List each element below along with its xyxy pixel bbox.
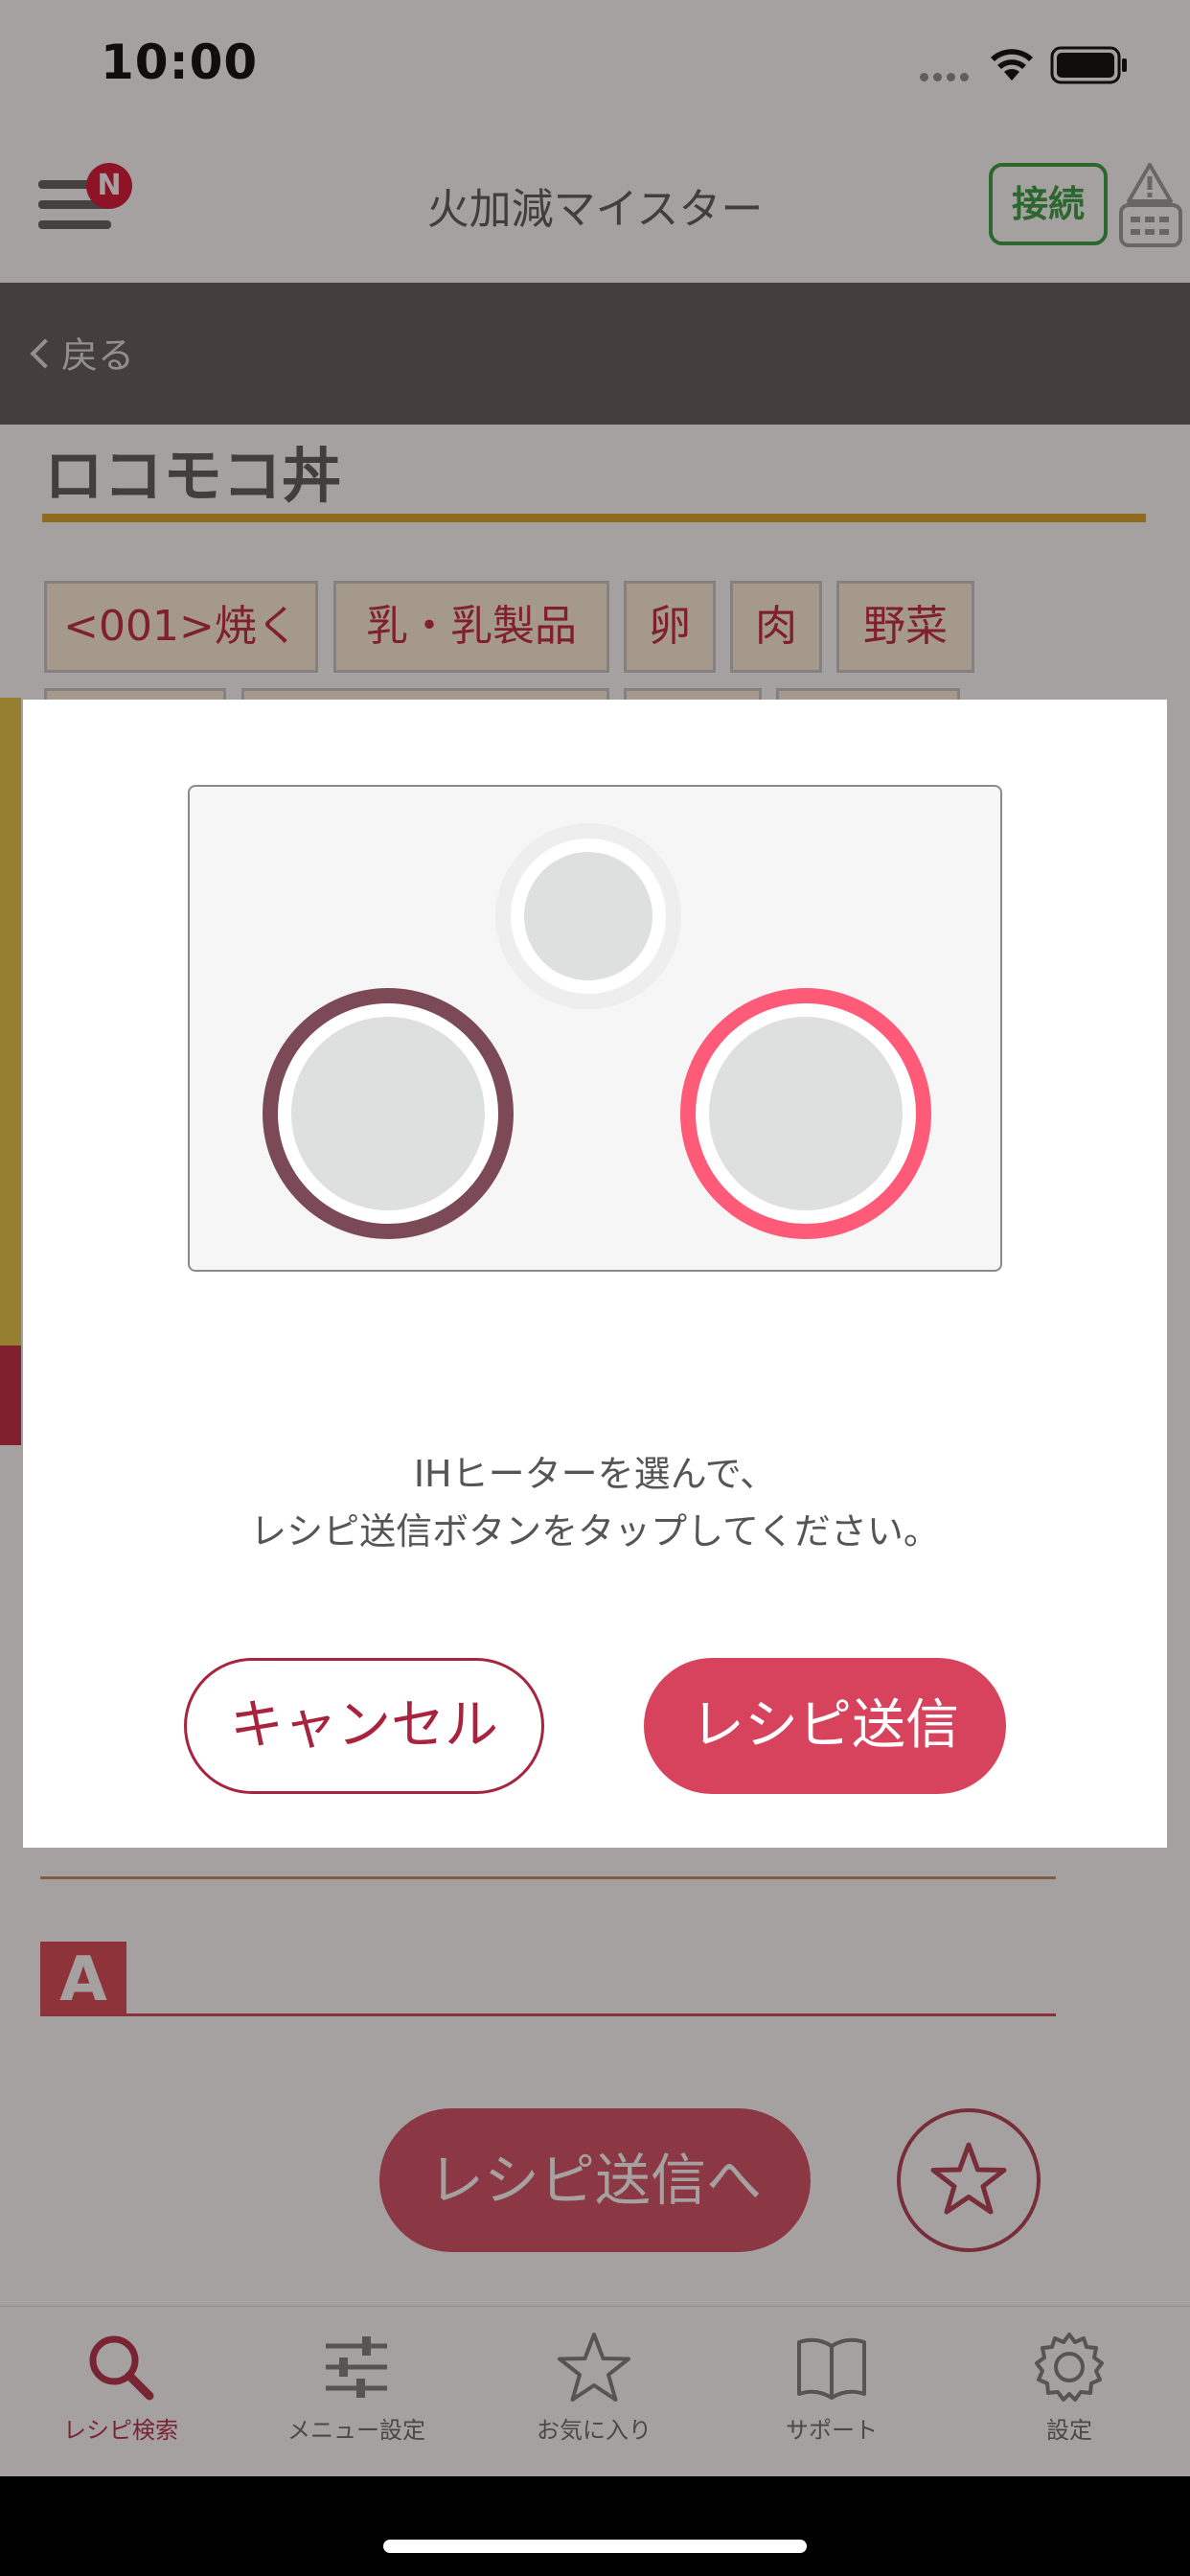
- burner-plate: [291, 1017, 485, 1210]
- burner-back-center: [495, 823, 681, 1009]
- cancel-button[interactable]: キャンセル: [184, 1658, 544, 1794]
- home-indicator-area: [0, 2476, 1190, 2576]
- ih-heater-panel: [188, 785, 1002, 1272]
- dialog-message-line1: IHヒーターを選んで、: [413, 1453, 777, 1495]
- send-recipe-button[interactable]: レシピ送信: [644, 1658, 1006, 1794]
- burner-plate: [709, 1017, 903, 1210]
- burner-front-left[interactable]: [263, 988, 514, 1239]
- burner-front-right[interactable]: [680, 988, 931, 1239]
- dialog-message: IHヒーターを選んで、 レシピ送信ボタンをタップしてください。: [23, 1445, 1167, 1560]
- dialog-message-line2: レシピ送信ボタンをタップしてください。: [250, 1510, 940, 1552]
- home-indicator[interactable]: [383, 2540, 807, 2553]
- burner-plate: [524, 852, 652, 980]
